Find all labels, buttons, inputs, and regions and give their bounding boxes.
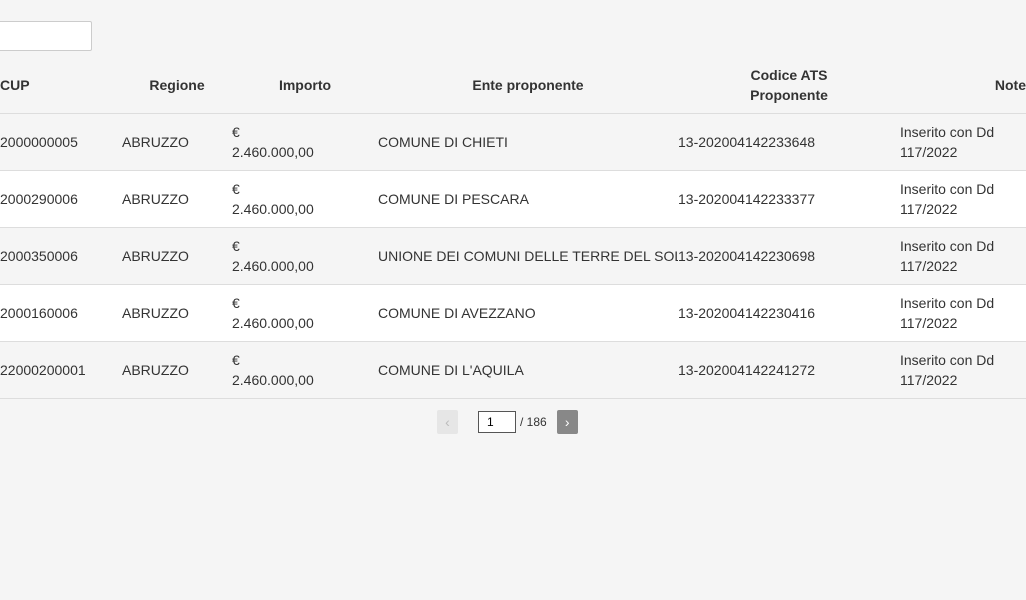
prev-page-button[interactable]: ‹ — [437, 410, 458, 434]
cell-note: Inserito con Dd 117/2022 — [900, 170, 1026, 228]
note-line1: Inserito con Dd — [900, 124, 995, 140]
importo-value: 2.460.000,00 — [232, 258, 314, 274]
importo-currency: € — [232, 181, 240, 197]
next-page-button[interactable]: › — [556, 410, 578, 434]
cell-regione: ABRUZZO — [122, 284, 232, 342]
cell-codice-ats: 13-202004142233648 — [678, 113, 900, 171]
column-header-regione[interactable]: Regione — [122, 57, 232, 114]
importo-currency: € — [232, 238, 240, 254]
cell-note: Inserito con Dd 117/2022 — [900, 113, 1026, 171]
cell-note: Inserito con Dd 117/2022 — [900, 341, 1026, 399]
column-header-note[interactable]: Note — [900, 57, 1026, 114]
note-line1: Inserito con Dd — [900, 181, 995, 197]
cell-ente-proponente: COMUNE DI AVEZZANO — [378, 284, 678, 342]
note-line1: Inserito con Dd — [900, 352, 995, 368]
cell-ente-proponente: UNIONE DEI COMUNI DELLE TERRE DEL SOLE — [378, 227, 678, 285]
table-row[interactable]: 2000000005 ABRUZZO €2.460.000,00 COMUNE … — [0, 113, 1026, 171]
importo-currency: € — [232, 124, 240, 140]
cell-ente-proponente: COMUNE DI CHIETI — [378, 113, 678, 171]
note-line1: Inserito con Dd — [900, 295, 995, 311]
results-table: CUP Regione Importo Ente proponente Codi… — [0, 57, 1026, 399]
cell-ente-proponente: COMUNE DI L'AQUILA — [378, 341, 678, 399]
note-line2: 117/2022 — [900, 372, 958, 388]
table-row[interactable]: 2000350006 ABRUZZO €2.460.000,00 UNIONE … — [0, 227, 1026, 285]
cell-cup: 2000160006 — [0, 284, 122, 342]
note-line2: 117/2022 — [900, 258, 958, 274]
column-header-cup[interactable]: CUP — [0, 57, 122, 114]
importo-value: 2.460.000,00 — [232, 144, 314, 160]
pagination: ‹ / 186 › — [437, 410, 578, 434]
column-header-codice-line2: Proponente — [750, 87, 828, 103]
cell-importo: €2.460.000,00 — [232, 170, 378, 228]
column-header-ente-proponente[interactable]: Ente proponente — [378, 57, 678, 114]
table-row[interactable]: 2000160006 ABRUZZO €2.460.000,00 COMUNE … — [0, 284, 1026, 342]
cell-codice-ats: 13-202004142230698 — [678, 227, 900, 285]
importo-value: 2.460.000,00 — [232, 315, 314, 331]
cell-regione: ABRUZZO — [122, 170, 232, 228]
cell-cup: 22000200001 — [0, 341, 122, 399]
cell-cup: 2000350006 — [0, 227, 122, 285]
table-row[interactable]: 2000290006 ABRUZZO €2.460.000,00 COMUNE … — [0, 170, 1026, 228]
cell-cup: 2000290006 — [0, 170, 122, 228]
column-header-codice-line1: Codice ATS — [750, 67, 828, 83]
cell-cup: 2000000005 — [0, 113, 122, 171]
cell-importo: €2.460.000,00 — [232, 227, 378, 285]
page-number-input[interactable] — [478, 411, 516, 433]
table-row[interactable]: 22000200001 ABRUZZO €2.460.000,00 COMUNE… — [0, 341, 1026, 399]
cell-ente-proponente: COMUNE DI PESCARA — [378, 170, 678, 228]
importo-currency: € — [232, 295, 240, 311]
total-pages-label: / 186 — [520, 415, 547, 429]
cell-note: Inserito con Dd 117/2022 — [900, 227, 1026, 285]
cell-regione: ABRUZZO — [122, 227, 232, 285]
filter-input[interactable] — [0, 21, 92, 51]
cell-importo: €2.460.000,00 — [232, 113, 378, 171]
column-header-importo[interactable]: Importo — [232, 57, 378, 114]
cell-regione: ABRUZZO — [122, 113, 232, 171]
table-header-row: CUP Regione Importo Ente proponente Codi… — [0, 57, 1026, 114]
cell-codice-ats: 13-202004142230416 — [678, 284, 900, 342]
importo-value: 2.460.000,00 — [232, 201, 314, 217]
cell-note: Inserito con Dd 117/2022 — [900, 284, 1026, 342]
note-line1: Inserito con Dd — [900, 238, 995, 254]
column-header-codice-ats[interactable]: Codice ATS Proponente — [678, 57, 900, 114]
importo-value: 2.460.000,00 — [232, 372, 314, 388]
cell-codice-ats: 13-202004142233377 — [678, 170, 900, 228]
importo-currency: € — [232, 352, 240, 368]
cell-importo: €2.460.000,00 — [232, 341, 378, 399]
note-line2: 117/2022 — [900, 144, 958, 160]
cell-codice-ats: 13-202004142241272 — [678, 341, 900, 399]
cell-importo: €2.460.000,00 — [232, 284, 378, 342]
note-line2: 117/2022 — [900, 315, 958, 331]
note-line2: 117/2022 — [900, 201, 958, 217]
cell-regione: ABRUZZO — [122, 341, 232, 399]
